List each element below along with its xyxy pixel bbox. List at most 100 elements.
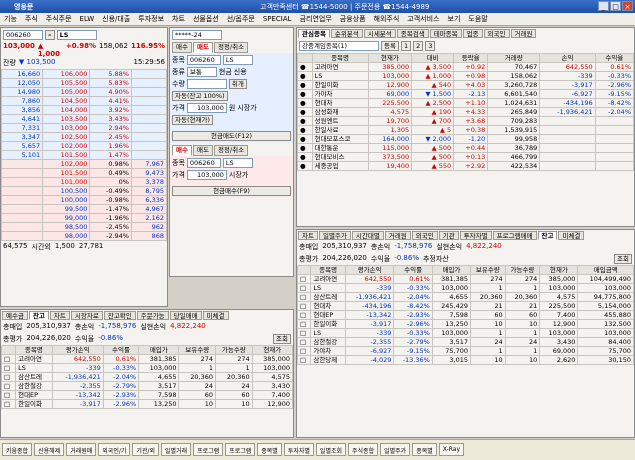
row-checkbox[interactable]: □ xyxy=(296,283,312,293)
row-checkbox[interactable]: □ xyxy=(296,346,312,356)
credit-radio[interactable]: 신용 xyxy=(234,67,247,77)
cash-radio[interactable]: 현금 xyxy=(219,67,232,77)
table-row[interactable]: ● 현대모포스코 164,000 ▼ 2,000 -1.20 99,958 xyxy=(297,134,635,144)
bid-price[interactable]: 98,000 xyxy=(42,231,91,241)
row-checkbox[interactable]: □ xyxy=(296,319,312,329)
table-row[interactable]: ● 고려아연 385,000 ▲ 3,500 +0.92 70,467 642,550 0.6… xyxy=(297,62,635,72)
register-button[interactable]: 등록 xyxy=(381,41,399,51)
taskbar-item[interactable]: 프로그램 xyxy=(225,443,256,456)
bid-price[interactable]: 98,500 xyxy=(42,222,91,232)
interest-tab[interactable]: 순위분석 xyxy=(330,29,363,38)
row-checkbox[interactable]: □ xyxy=(296,292,312,302)
ask-price[interactable]: 104,500 xyxy=(42,96,91,106)
left-tab[interactable]: 잔고확인 xyxy=(103,311,136,320)
ask-price[interactable]: 104,000 xyxy=(42,105,91,115)
row-checkbox[interactable]: □ xyxy=(296,310,312,320)
tab-sell[interactable]: 매도 xyxy=(192,42,213,53)
right-tab[interactable]: 프로그램매매 xyxy=(492,231,537,240)
menu-item[interactable]: 차트 xyxy=(172,14,185,24)
menu-item[interactable]: ELW xyxy=(80,15,95,23)
table-row[interactable]: □ 현대EP -13,342 -2.93% 7,598 60 60 7,400 xyxy=(0,390,294,400)
stock-name[interactable]: 성원엔트 xyxy=(311,116,369,126)
menu-item[interactable]: 선물옵션 xyxy=(193,14,219,24)
right-tab[interactable]: 거래원 xyxy=(384,231,411,240)
taskbar-item[interactable]: 종목별 xyxy=(412,443,437,456)
taskbar-item[interactable]: 종목별 xyxy=(257,443,282,456)
table-row[interactable]: □ LS -339 -0.33% 103,000 1 1 103,000 103,000 xyxy=(296,283,634,293)
taskbar-item[interactable]: X-Ray xyxy=(438,443,465,456)
menu-item[interactable]: 투자정보 xyxy=(138,14,164,24)
row-checkbox[interactable]: □ xyxy=(296,301,312,311)
table-row[interactable]: ● 세중공업 19,400 ▲ 550 +2.92 422,534 xyxy=(297,161,635,171)
left-tab[interactable]: 시장자료 xyxy=(70,311,103,320)
interest-tab[interactable]: 관심종목 xyxy=(298,29,330,38)
stock-name[interactable]: 현대모비스 xyxy=(311,152,369,162)
right-tab[interactable]: 일별주가 xyxy=(318,231,351,240)
tab-buy[interactable]: 매수 xyxy=(172,42,192,53)
taskbar-item[interactable]: 일별거래 xyxy=(160,443,192,456)
row-checkbox[interactable]: □ xyxy=(296,328,312,338)
interest-tab[interactable]: 외국인 xyxy=(483,29,510,38)
tab-sell-2[interactable]: 매도 xyxy=(192,145,213,156)
stock-name[interactable]: 현대차 xyxy=(311,98,369,108)
table-row[interactable]: ● 가야차 69,000 ▼ 1,500 -2.13 6,601,540 -6,927 -9.… xyxy=(297,89,635,99)
right-tab[interactable]: 미체결 xyxy=(558,231,585,240)
right-tab[interactable]: 시간대별 xyxy=(351,231,384,240)
account-input[interactable]: *****-24 xyxy=(172,30,222,40)
menu-item[interactable]: 고객서비스 xyxy=(407,14,439,24)
bid-price[interactable]: 100,500 xyxy=(42,186,91,196)
auto-balance-check[interactable]: 자동(잔고 100%) xyxy=(172,91,228,101)
row-checkbox[interactable]: □ xyxy=(0,381,17,391)
table-row[interactable]: □ 삼한철강 -2,355 -2.79% 3,517 24 24 3,430 84,400 xyxy=(296,337,634,347)
buy-code-input[interactable]: 006260 xyxy=(186,158,221,168)
interest-tab[interactable]: 업종 xyxy=(462,29,483,38)
table-row[interactable]: □ 현대EP -13,342 -2.93% 7,598 60 60 7,400 455,880 xyxy=(296,310,634,320)
menu-item[interactable]: 기능 xyxy=(4,14,17,24)
tab-buy-2[interactable]: 매수 xyxy=(172,145,192,156)
bid-price[interactable]: 102,000 xyxy=(42,159,91,169)
ask-price[interactable]: 106,000 xyxy=(42,69,91,79)
search-icon[interactable]: ⌕ xyxy=(45,30,55,40)
stock-name[interactable]: 현대모포스코 xyxy=(311,134,369,144)
table-row[interactable]: □ 한일이화 -3,917 -2.96% 13,250 10 10 12,900 132,500 xyxy=(296,319,634,329)
page-1-button[interactable]: 1 xyxy=(400,41,412,51)
stock-name[interactable]: 대한통운 xyxy=(311,143,369,153)
stock-name[interactable]: LS xyxy=(311,71,369,81)
group-select[interactable]: 강중계임종목(1) xyxy=(299,41,379,51)
menu-item[interactable]: 주식주문 xyxy=(46,14,72,24)
taskbar-item[interactable]: 기관/외 xyxy=(132,443,159,456)
row-checkbox[interactable]: □ xyxy=(0,372,17,382)
taskbar-item[interactable]: 외국인/기 xyxy=(98,443,131,456)
stock-name[interactable]: 세중공업 xyxy=(311,161,369,171)
taskbar-item[interactable]: 키움종합 xyxy=(2,443,33,456)
table-row[interactable]: ● 현대차 225,500 ▲ 2,500 +1.10 1,024,631 -434,196… xyxy=(297,98,635,108)
stock-name[interactable]: 고려아연 xyxy=(311,62,369,72)
ask-price[interactable]: 102,500 xyxy=(42,132,91,142)
left-tab[interactable]: 주문가능 xyxy=(136,311,169,320)
ask-price[interactable]: 105,500 xyxy=(42,78,91,88)
stock-name[interactable]: 한일사료 xyxy=(311,125,369,135)
table-row[interactable]: □ 고려아연 642,550 0.61% 381,385 274 274 385,000 104… xyxy=(296,274,634,284)
row-checkbox[interactable]: □ xyxy=(296,337,312,347)
table-row[interactable]: □ 고려아연 642,550 0.61% 381,385 274 274 385,000 xyxy=(0,354,294,364)
table-row[interactable]: □ 현대차 -434,196 -8.42% 245,429 21 21 225,500 5,15… xyxy=(296,301,634,311)
order-code-input[interactable]: 006260 xyxy=(186,55,221,65)
table-row[interactable]: □ 가야차 -6,927 -9.15% 75,700 1 1 69,000 75,700 xyxy=(296,346,634,356)
taskbar-item[interactable]: 일별주가 xyxy=(380,443,411,456)
menu-item[interactable]: 도움말 xyxy=(468,14,487,24)
stock-name[interactable]: 삼성화재 xyxy=(311,107,369,117)
buy-price-input[interactable]: 103,000 xyxy=(186,170,227,180)
table-row[interactable]: □ 삼산트레 -1,936,421 -2.04% 4,655 20,360 20,360 4,… xyxy=(296,292,634,302)
interest-tab[interactable]: 시세분석 xyxy=(363,29,396,38)
bid-price[interactable]: 101,000 xyxy=(42,177,91,187)
r-query-button[interactable]: 조회 xyxy=(614,254,632,264)
ask-price[interactable]: 101,500 xyxy=(42,150,91,160)
row-checkbox[interactable]: □ xyxy=(0,390,17,400)
row-checkbox[interactable]: □ xyxy=(0,363,17,373)
bid-price[interactable]: 101,500 xyxy=(42,168,91,178)
menu-item[interactable]: 해외주식 xyxy=(374,14,400,24)
right-tab[interactable]: 외국인 xyxy=(411,231,438,240)
ask-price[interactable]: 105,000 xyxy=(42,87,91,97)
table-row[interactable]: ● LS 103,000 ▲ 1,000 +0.98 158,062 -339 -0.33% xyxy=(297,71,635,81)
left-tab[interactable]: 예수금 xyxy=(2,311,28,320)
